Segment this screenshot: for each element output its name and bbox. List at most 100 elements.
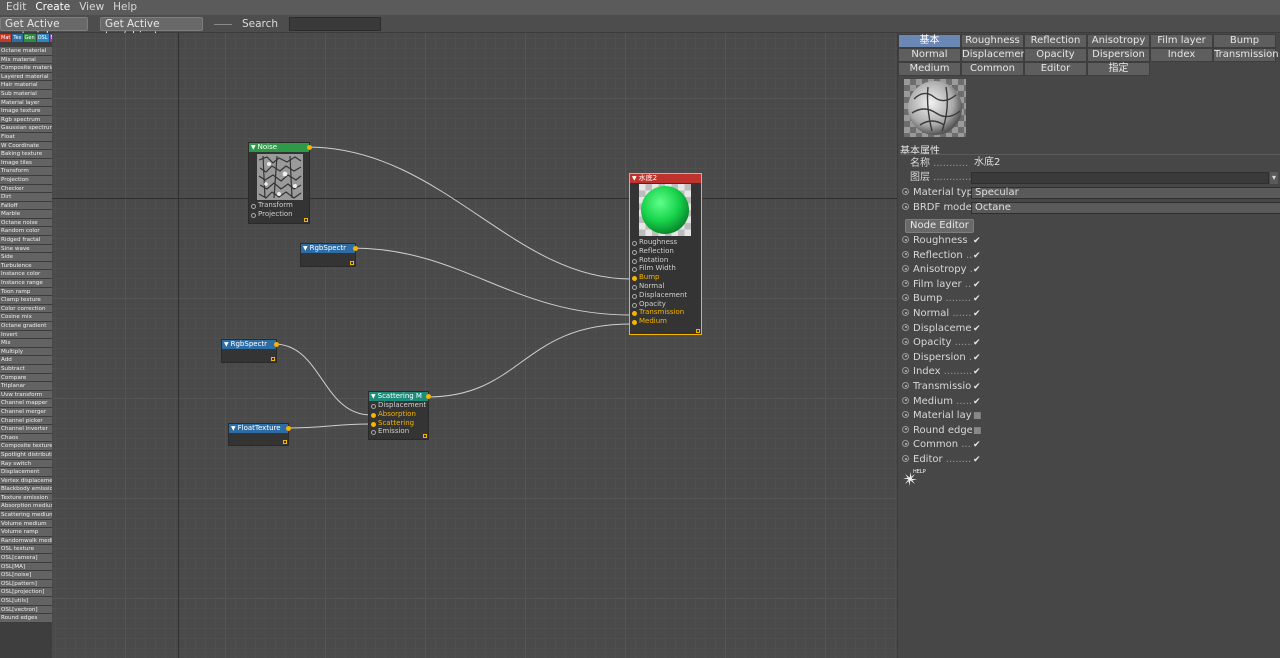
node-type-item[interactable]: Volume ramp — [0, 528, 52, 537]
output-port-icon[interactable] — [426, 394, 431, 399]
node-type-item[interactable]: Texture emission — [0, 493, 52, 503]
node-type-item[interactable]: W Coordinate — [0, 141, 52, 151]
scatter-port[interactable]: Emission — [369, 427, 428, 436]
channel-tab[interactable]: Index — [1150, 48, 1213, 62]
output-port-icon[interactable] — [307, 145, 312, 150]
menu-edit[interactable]: Edit — [6, 0, 26, 15]
scatter-node-header[interactable]: ▼ Scattering M — [369, 392, 431, 401]
get-active-tag-button[interactable]: Get Active tag/object — [100, 17, 203, 42]
get-active-material-button[interactable]: Get Active material — [0, 17, 88, 42]
node-type-item[interactable]: Octane gradient — [0, 322, 52, 331]
node-type-item[interactable]: Sub material — [0, 89, 52, 99]
node-type-item[interactable]: OSL[projection] — [0, 588, 52, 597]
channel-tab[interactable]: Transmission — [1213, 48, 1279, 62]
node-type-item[interactable]: Projection — [0, 175, 52, 185]
noise-port-transform[interactable]: Transform — [249, 201, 309, 210]
checkbox-checked-icon[interactable]: ✔ — [973, 337, 981, 349]
material-port[interactable]: Reflection — [630, 247, 701, 256]
node-type-item[interactable]: Checker — [0, 184, 52, 194]
output-port-icon[interactable] — [286, 426, 291, 431]
node-type-item[interactable]: Material layer — [0, 98, 52, 108]
node-type-item[interactable]: Instance range — [0, 279, 52, 288]
material-port[interactable]: Rotation — [630, 256, 701, 265]
animate-radio-icon[interactable] — [902, 440, 909, 448]
material-type-select[interactable]: Specular — [971, 187, 1280, 199]
layer-dropdown-arrow-icon[interactable]: ▾ — [1270, 172, 1278, 184]
node-type-item[interactable]: Scattering medium — [0, 511, 52, 520]
node-type-item[interactable]: Invert — [0, 330, 52, 340]
material-port[interactable]: Opacity — [630, 300, 701, 309]
node-type-item[interactable]: OSL[camera] — [0, 554, 52, 563]
animate-radio-icon[interactable] — [902, 411, 909, 419]
node-type-item[interactable]: OSL[utils] — [0, 597, 52, 606]
collapse-triangle-icon[interactable]: ▼ — [371, 393, 376, 400]
checkbox-checked-icon[interactable]: ✔ — [973, 264, 981, 276]
rgb-spectrum-node-2[interactable]: ▼ RgbSpectr — [221, 339, 279, 363]
noise-port-projection[interactable]: Projection — [249, 210, 309, 219]
material-port[interactable]: Normal — [630, 282, 701, 291]
collapse-triangle-icon[interactable]: ▼ — [632, 175, 637, 182]
checkbox-checked-icon[interactable]: ✔ — [973, 366, 981, 378]
animate-radio-icon[interactable] — [902, 367, 909, 375]
node-type-item[interactable]: Vertex displacemen — [0, 476, 52, 486]
animate-radio-icon[interactable] — [902, 250, 909, 258]
node-type-item[interactable]: Random color — [0, 227, 52, 237]
material-port[interactable]: Displacement — [630, 291, 701, 300]
node-type-item[interactable]: Dirt — [0, 193, 52, 202]
rgb-spectrum-node-1[interactable]: ▼ RgbSpectr — [300, 243, 358, 267]
node-type-item[interactable]: Rgb spectrum — [0, 115, 52, 125]
node-type-item[interactable]: Spotlight distributi — [0, 450, 52, 460]
node-type-item[interactable]: Marble — [0, 210, 52, 219]
animate-radio-icon[interactable] — [902, 188, 909, 195]
layer-field[interactable] — [971, 172, 1269, 184]
node-type-item[interactable]: OSL[pattern] — [0, 579, 52, 589]
node-type-item[interactable]: Image texture — [0, 107, 52, 116]
animate-radio-icon[interactable] — [902, 455, 909, 462]
node-category-tab[interactable]: OSL — [36, 34, 49, 42]
animate-radio-icon[interactable] — [902, 265, 909, 273]
resize-grip-icon[interactable] — [696, 329, 700, 333]
animate-radio-icon[interactable] — [902, 323, 909, 331]
channel-tab[interactable]: Common — [961, 62, 1024, 76]
collapse-triangle-icon[interactable]: ▼ — [224, 341, 229, 348]
channel-tab[interactable]: Displacement — [961, 48, 1031, 62]
channel-tab[interactable]: Editor — [1024, 62, 1087, 76]
rgb-node-2-header[interactable]: ▼ RgbSpectr — [222, 340, 279, 349]
node-type-item[interactable]: Blackbody emissio — [0, 485, 52, 494]
node-type-item[interactable]: Channel mapper — [0, 399, 52, 408]
animate-radio-icon[interactable] — [902, 309, 909, 316]
node-type-item[interactable]: Instance color — [0, 270, 52, 280]
checkbox-checked-icon[interactable]: ✔ — [973, 323, 981, 335]
node-type-item[interactable]: Channel inverter — [0, 425, 52, 434]
animate-radio-icon[interactable] — [902, 382, 909, 389]
material-port[interactable]: Bump — [630, 273, 701, 282]
material-node-header[interactable]: ▼ 水底2 — [630, 174, 701, 183]
animate-radio-icon[interactable] — [902, 236, 909, 243]
float-texture-node[interactable]: ▼ FloatTexture — [228, 423, 291, 446]
animate-radio-icon[interactable] — [902, 279, 909, 287]
collapse-triangle-icon[interactable]: ▼ — [231, 425, 236, 432]
node-editor-button[interactable]: Node Editor — [905, 219, 974, 233]
channel-tab[interactable]: Medium — [898, 62, 961, 76]
channel-tab[interactable]: Opacity — [1024, 48, 1087, 62]
animate-radio-icon[interactable] — [902, 425, 909, 433]
node-category-tab[interactable]: Tex — [12, 34, 23, 42]
animate-radio-icon[interactable] — [902, 203, 909, 210]
node-type-item[interactable]: Color correction — [0, 304, 52, 314]
node-type-item[interactable]: Add — [0, 356, 52, 365]
node-type-item[interactable]: Turbulence — [0, 261, 52, 271]
checkbox-checked-icon[interactable]: ✔ — [973, 250, 981, 262]
node-type-item[interactable]: Composite texture — [0, 442, 52, 451]
node-type-item[interactable]: OSL[MA] — [0, 562, 52, 572]
node-graph-canvas[interactable]: ▼ Noise Transform Projection ▼ RgbSpectr ▼… — [52, 33, 897, 658]
node-type-item[interactable]: Channel picker — [0, 416, 52, 426]
node-type-item[interactable]: Randomwalk medi — [0, 536, 52, 546]
collapse-triangle-icon[interactable]: ▼ — [303, 245, 308, 252]
checkbox-unchecked-icon[interactable]: ■ — [973, 410, 982, 422]
node-type-item[interactable]: OSL[vectron] — [0, 605, 52, 615]
node-type-item[interactable]: Subtract — [0, 364, 52, 374]
animate-radio-icon[interactable] — [902, 352, 909, 360]
node-type-item[interactable]: Hair material — [0, 81, 52, 90]
node-type-item[interactable]: Compare — [0, 373, 52, 383]
node-type-item[interactable]: Mix — [0, 339, 52, 348]
